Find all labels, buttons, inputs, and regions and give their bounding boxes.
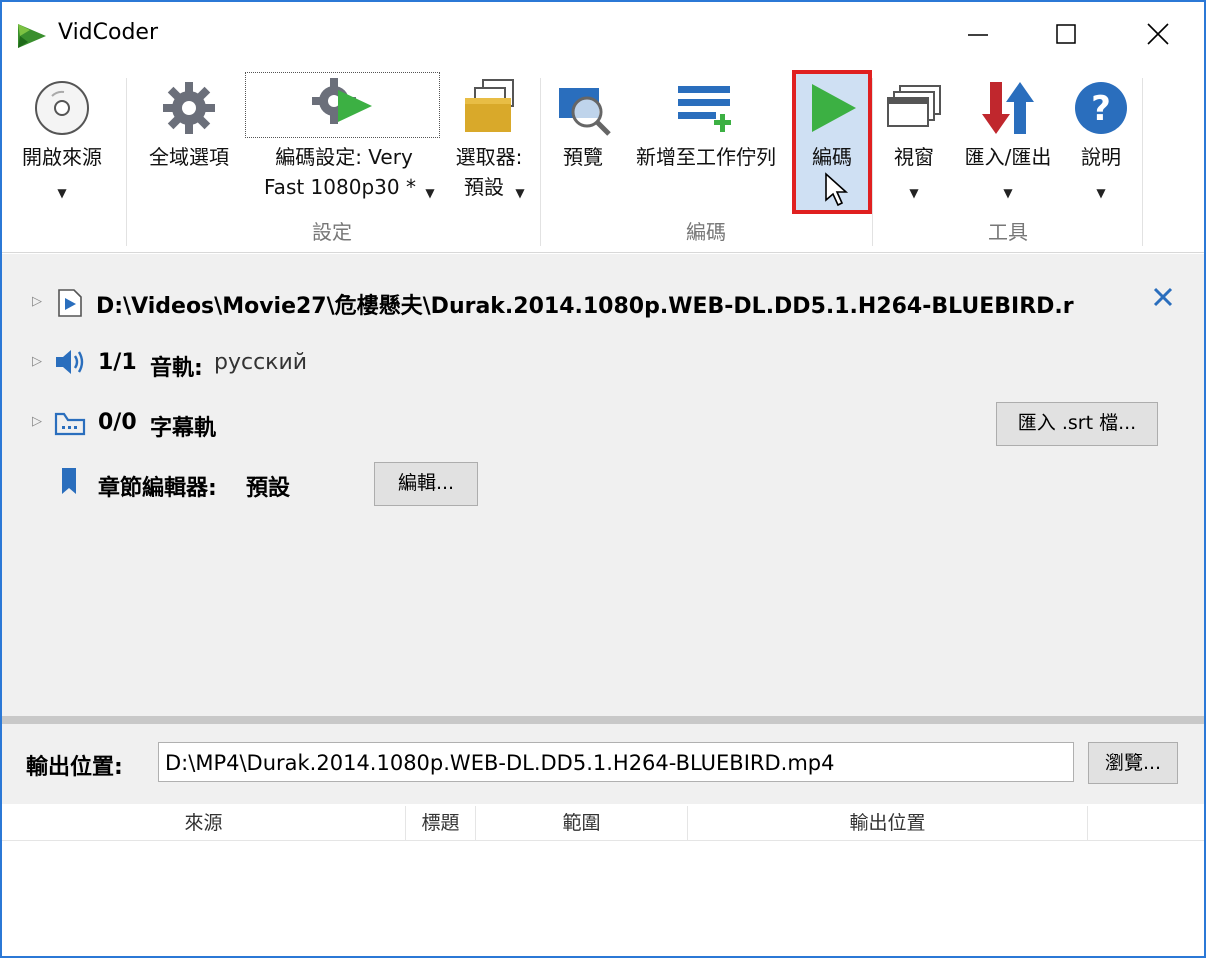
window-title: VidCoder <box>58 20 159 45</box>
close-source-icon[interactable] <box>1152 286 1174 308</box>
group-label-encode: 編碼 <box>686 220 726 244</box>
chevron-down-icon: ▼ <box>1003 186 1013 200</box>
close-icon <box>1147 23 1169 45</box>
mouse-cursor-icon <box>825 172 849 207</box>
app-window: VidCoder 開啟來源 ▼ 全域選項 編碼設定: Very Fast 108… <box>0 0 1206 958</box>
video-file-icon <box>58 289 82 317</box>
audio-count: 1/1 <box>98 350 137 375</box>
chevron-down-icon: ▼ <box>425 186 435 200</box>
edit-chapters-button[interactable]: 編輯... <box>374 462 478 506</box>
encoding-settings-label-line2: Fast 1080p30 * <box>264 175 416 199</box>
import-srt-button[interactable]: 匯入 .srt 檔... <box>996 402 1158 446</box>
chevron-down-icon: ▼ <box>515 186 525 200</box>
chapter-editor-value: 預設 <box>246 476 291 501</box>
chevron-down-icon: ▼ <box>57 186 67 200</box>
preview-label: 預覽 <box>563 145 603 169</box>
magnifier-preview-icon <box>559 88 611 136</box>
open-source-label: 開啟來源 <box>22 145 102 169</box>
ribbon-separator <box>126 78 127 246</box>
add-to-queue-label: 新增至工作佇列 <box>636 145 776 169</box>
minimize-button[interactable] <box>952 12 1004 56</box>
expand-arrow-icon[interactable]: ▷ <box>32 414 42 429</box>
encoding-settings-button[interactable]: 編碼設定: Very Fast 1080p30 * ▼ <box>246 74 442 204</box>
output-location-label: 輸出位置: <box>26 755 123 780</box>
queue-list <box>2 841 1204 956</box>
expand-arrow-icon[interactable]: ▷ <box>32 354 42 369</box>
import-export-label: 匯入/匯出 <box>964 145 1052 169</box>
close-button[interactable] <box>1132 12 1184 56</box>
source-path: D:\Videos\Movie27\危樓懸夫\Durak.2014.1080p.… <box>96 294 1074 319</box>
title-bar: VidCoder <box>2 2 1204 66</box>
subtitle-label: 字幕軌 <box>150 416 217 441</box>
help-icon: ? <box>1075 82 1127 134</box>
encode-label: 編碼 <box>812 145 852 169</box>
svg-text:?: ? <box>1091 89 1111 129</box>
help-label: 說明 <box>1081 145 1121 169</box>
ribbon-separator <box>1142 78 1143 246</box>
browse-button[interactable]: 瀏覽... <box>1088 742 1178 784</box>
windows-stack-icon <box>887 85 941 127</box>
column-header-title[interactable]: 標題 <box>406 806 476 840</box>
global-options-label: 全域選項 <box>149 145 229 169</box>
play-icon <box>812 84 856 132</box>
panel-splitter[interactable] <box>2 716 1204 724</box>
disc-icon <box>35 81 89 135</box>
picker-label-line1: 選取器: <box>455 145 523 169</box>
output-path-field[interactable]: D:\MP4\Durak.2014.1080p.WEB-DL.DD5.1.H26… <box>158 742 1074 782</box>
group-label-tools: 工具 <box>988 220 1028 244</box>
picker-folder-icon <box>465 79 514 132</box>
subtitle-icon <box>54 412 86 436</box>
window-menu-button[interactable]: 視窗 ▼ <box>882 74 946 204</box>
window-menu-label: 視窗 <box>894 145 934 169</box>
chevron-down-icon: ▼ <box>1096 186 1106 200</box>
gear-play-icon <box>312 78 372 124</box>
vidcoder-logo-icon <box>18 24 46 48</box>
open-source-button[interactable]: 開啟來源 ▼ <box>12 74 112 214</box>
queue-table-header: 來源 標題 範圍 輸出位置 <box>2 806 1204 841</box>
audio-label: 音軌: <box>150 356 203 381</box>
source-details-panel: ▷ D:\Videos\Movie27\危樓懸夫\Durak.2014.1080… <box>2 254 1204 716</box>
preview-button[interactable]: 預覽 <box>550 74 616 194</box>
maximize-button[interactable] <box>1040 12 1092 56</box>
gear-icon <box>163 82 215 134</box>
ribbon-separator <box>872 78 873 246</box>
encode-button[interactable]: 編碼 <box>796 74 868 207</box>
global-options-button[interactable]: 全域選項 <box>136 74 242 194</box>
chevron-down-icon: ▼ <box>909 186 919 200</box>
picker-button[interactable]: 選取器: 預設 ▼ <box>446 74 532 204</box>
minimize-icon <box>968 34 988 36</box>
chapter-editor-label: 章節編輯器: <box>98 476 217 501</box>
column-header-range[interactable]: 範圍 <box>476 806 688 840</box>
audio-track-value: русский <box>214 350 308 375</box>
ribbon-separator <box>540 78 541 246</box>
column-header-output[interactable]: 輸出位置 <box>688 806 1088 840</box>
encoding-settings-label-line1: 編碼設定: Very <box>275 145 413 169</box>
maximize-icon <box>1056 24 1076 44</box>
help-button[interactable]: ? 說明 ▼ <box>1070 74 1132 204</box>
output-area: 輸出位置: D:\MP4\Durak.2014.1080p.WEB-DL.DD5… <box>2 724 1204 804</box>
ribbon-toolbar: 開啟來源 ▼ 全域選項 編碼設定: Very Fast 1080p30 * ▼ … <box>2 66 1204 253</box>
bookmark-icon <box>62 468 76 494</box>
import-export-button[interactable]: 匯入/匯出 ▼ <box>950 74 1066 204</box>
subtitle-count: 0/0 <box>98 410 137 435</box>
import-export-arrows-icon <box>982 82 1034 134</box>
group-label-settings: 設定 <box>312 220 352 244</box>
add-to-queue-button[interactable]: 新增至工作佇列 <box>620 74 792 194</box>
column-header-source[interactable]: 來源 <box>2 806 406 840</box>
add-to-queue-icon <box>678 86 731 132</box>
speaker-icon <box>56 350 84 374</box>
expand-arrow-icon[interactable]: ▷ <box>32 294 42 309</box>
